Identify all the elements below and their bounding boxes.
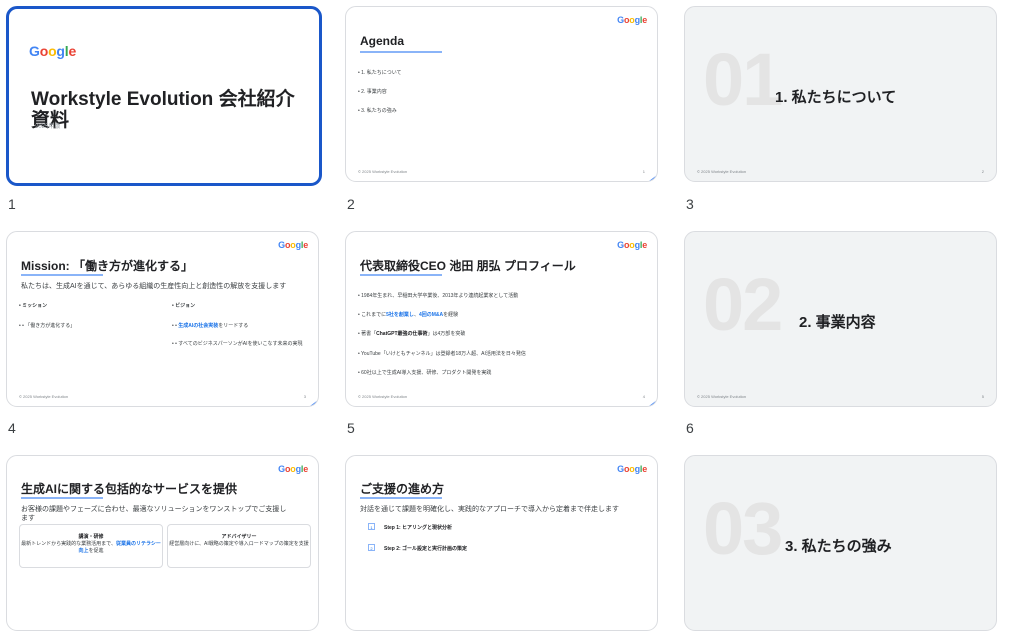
slide-title: Mission: 「働き方が進化する」 — [21, 259, 194, 273]
slide-thumbnail-8[interactable]: Google ご支援の進め方 対話を通じて課題を明確化し、実践的なアプローチで導… — [345, 455, 658, 631]
profile-item: • 著書「ChatGPT最強の仕事術」は4万部を突破 — [358, 331, 466, 337]
title-underline — [360, 497, 442, 499]
corner-accent — [310, 400, 318, 406]
google-logo: Google — [617, 15, 647, 25]
right-heading: • ビジョン — [172, 303, 196, 309]
slide-footer: © 2025 Workstyle Evolution — [697, 394, 747, 399]
slide-footer: © 2025 Workstyle Evolution — [697, 169, 747, 174]
title-underline — [360, 274, 442, 276]
slide-subtitle: 2025年版 — [35, 124, 61, 130]
slide-footer: © 2025 Workstyle Evolution — [19, 394, 69, 399]
slide-title: Workstyle Evolution 会社紹介資料 — [31, 89, 295, 131]
right-item: • • すべてのビジネスパーソンがAIを使いこなす未来の実現 — [172, 341, 303, 347]
slide-thumbnail-7[interactable]: Google 生成AIに関する包括的なサービスを提供 お客様の課題やフェーズに合… — [6, 455, 319, 631]
slide-title: Agenda — [360, 34, 405, 48]
corner-accent — [649, 175, 657, 181]
section-number: 03 — [703, 487, 783, 570]
profile-item: • 60社以上で生成AI導入支援、研修、プロダクト開発を実践 — [358, 370, 492, 376]
title-underline — [21, 497, 103, 499]
google-logo: Google — [617, 464, 647, 474]
slide-number: 6 — [686, 420, 694, 436]
mission-intro: 私たちは、生成AIを通じて、あらゆる組織の生産性向上と創造性の解放を支援します — [21, 283, 287, 290]
slide-number: 3 — [686, 196, 694, 212]
step-item: Step 2: ゴール設定と実行計画の策定 — [384, 546, 468, 552]
google-logo: Google — [278, 240, 308, 250]
service-card: 講演・研修 最新トレンドから実践的な業務活用まで、従業員のリテラシー向上を促進 — [19, 524, 163, 568]
section-number: 02 — [703, 263, 783, 346]
right-item: • • 生成AIの社会実装をリードする — [172, 323, 249, 329]
slide-title: 生成AIに関する包括的なサービスを提供 — [21, 482, 238, 496]
slide-footer: © 2025 Workstyle Evolution — [358, 394, 408, 399]
corner-accent — [649, 400, 657, 406]
agenda-item: • 1. 私たちについて — [358, 70, 402, 76]
google-logo: Google — [617, 240, 647, 250]
page-number: 5 — [981, 394, 984, 399]
google-logo: Google — [278, 464, 308, 474]
google-logo: Google — [29, 43, 77, 59]
services-intro: お客様の課題やフェーズに合わせ、最適なソリューションをワンストップでご支援します — [21, 506, 287, 522]
slide-number: 5 — [347, 420, 355, 436]
slide-thumbnail-6[interactable]: 02 2. 事業内容 © 2025 Workstyle Evolution 5 — [684, 231, 997, 407]
slide-thumbnail-4[interactable]: Google Mission: 「働き方が進化する」 私たちは、生成AIを通じて… — [6, 231, 319, 407]
page-number: 3 — [303, 394, 306, 399]
page-number: 2 — [981, 169, 984, 174]
title-underline — [360, 51, 442, 53]
service-card: アドバイザリー 経営層向けに、AI戦略の策定や導入ロードマップの策定を支援 — [167, 524, 311, 568]
profile-item: • これまでに5社を創業し、4回のM&Aを経験 — [358, 312, 459, 318]
step-number: 2 — [368, 544, 375, 551]
section-title: 2. 事業内容 — [799, 314, 876, 331]
section-title: 1. 私たちについて — [775, 89, 897, 106]
agenda-item: • 3. 私たちの強み — [358, 108, 397, 114]
left-item: • • 「働き方が進化する」 — [19, 323, 76, 329]
step-item: Step 1: ヒアリングと現状分析 — [384, 525, 453, 531]
step-number: 1 — [368, 523, 375, 530]
slide-thumbnail-1[interactable]: Google Workstyle Evolution 会社紹介資料 2025年版 — [6, 6, 322, 186]
title-underline — [21, 274, 103, 276]
section-title: 3. 私たちの強み — [785, 538, 892, 555]
slide-thumbnail-5[interactable]: Google 代表取締役CEO 池田 朋弘 プロフィール • 1984年生まれ、… — [345, 231, 658, 407]
slide-thumbnail-9[interactable]: 03 3. 私たちの強み — [684, 455, 997, 631]
page-number: 4 — [642, 394, 645, 399]
slide-footer: © 2025 Workstyle Evolution — [358, 169, 408, 174]
process-intro: 対話を通じて課題を明確化し、実践的なアプローチで導入から定着まで伴走します — [360, 506, 619, 513]
agenda-item: • 2. 事業内容 — [358, 89, 387, 95]
left-heading: • ミッション — [19, 303, 48, 309]
slide-title: 代表取締役CEO 池田 朋弘 プロフィール — [360, 259, 576, 273]
profile-item: • 1984年生まれ、早稲田大学卒業後、2013年より連続起業家として活動 — [358, 293, 519, 299]
profile-item: • YouTube「いけともチャンネル」は登録者18万人超、AI活用法を日々発信 — [358, 351, 526, 357]
slide-number: 2 — [347, 196, 355, 212]
slide-thumbnail-2[interactable]: Google Agenda • 1. 私たちについて • 2. 事業内容 • 3… — [345, 6, 658, 182]
section-number: 01 — [703, 38, 783, 121]
slide-number: 4 — [8, 420, 16, 436]
slide-thumbnail-3[interactable]: 01 1. 私たちについて © 2025 Workstyle Evolution… — [684, 6, 997, 182]
page-number: 1 — [642, 169, 645, 174]
slide-number: 1 — [8, 196, 16, 212]
slide-title: ご支援の進め方 — [360, 482, 445, 496]
